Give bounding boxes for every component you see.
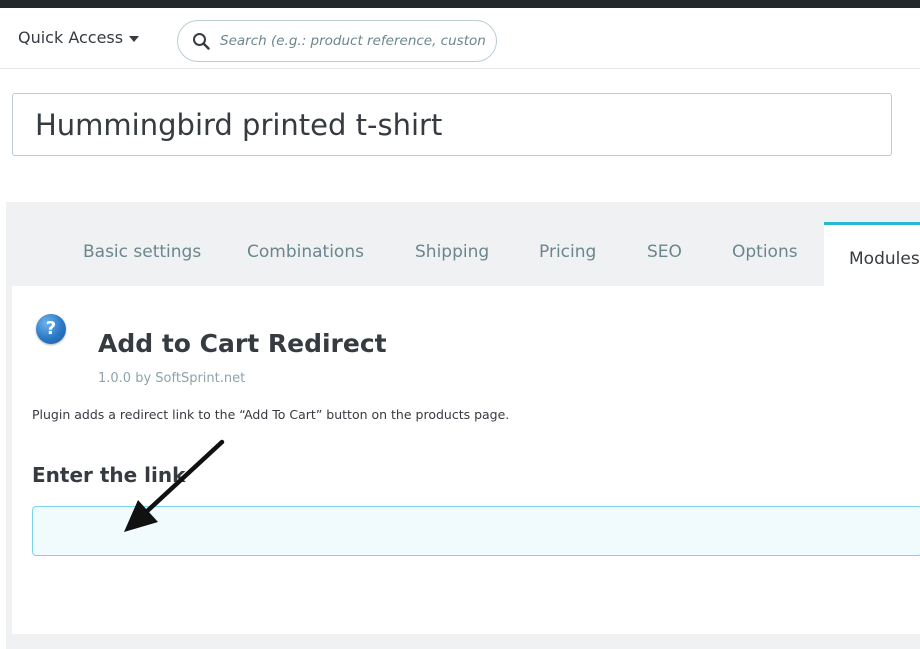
annotation-arrow-icon xyxy=(124,439,225,532)
quick-access-label: Quick Access xyxy=(18,28,124,47)
product-name-field[interactable]: Hummingbird printed t-shirt xyxy=(12,93,892,156)
product-tabs-panel: Basic settings Combinations Shipping Pri… xyxy=(6,202,920,649)
search-input[interactable] xyxy=(218,32,492,50)
tab-basic-settings[interactable]: Basic settings xyxy=(83,242,201,262)
tab-modules[interactable]: Modules xyxy=(824,222,920,286)
tab-shipping[interactable]: Shipping xyxy=(415,242,489,262)
module-description: Plugin adds a redirect link to the “Add … xyxy=(32,407,510,422)
tab-bar: Basic settings Combinations Shipping Pri… xyxy=(6,202,920,286)
module-version: 1.0.0 by SoftSprint.net xyxy=(98,371,246,386)
search-icon xyxy=(193,33,210,50)
tab-seo[interactable]: SEO xyxy=(647,242,682,262)
top-bar xyxy=(0,0,920,8)
help-icon: ? xyxy=(36,314,66,344)
product-name-value: Hummingbird printed t-shirt xyxy=(35,107,443,142)
tab-options[interactable]: Options xyxy=(732,242,798,262)
tab-modules-label: Modules xyxy=(849,249,920,269)
tab-combinations[interactable]: Combinations xyxy=(247,242,364,262)
quick-access-dropdown[interactable]: Quick Access xyxy=(18,28,140,47)
tab-pricing[interactable]: Pricing xyxy=(539,242,596,262)
module-title: Add to Cart Redirect xyxy=(98,329,387,358)
search-box[interactable] xyxy=(177,20,497,62)
help-glyph: ? xyxy=(45,318,57,339)
header-bar: Quick Access xyxy=(0,8,920,69)
caret-down-icon xyxy=(129,35,140,42)
